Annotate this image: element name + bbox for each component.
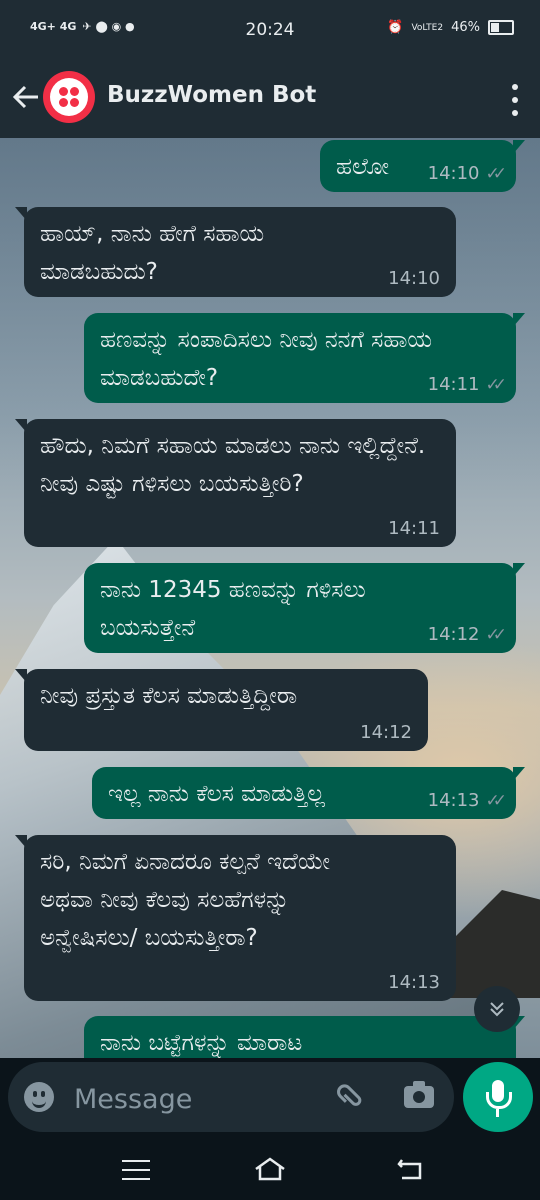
double-check-icon: ✓✓ bbox=[485, 164, 507, 184]
message-bubble-outgoing[interactable]: ಇಲ್ಲ ನಾನು ಕೆಲಸ ಮಾಡುತ್ತಿಲ್ಲ 14:13 ✓✓ bbox=[92, 767, 525, 819]
chat-area[interactable]: ಹಲೋ 14:10 ✓✓ ಹಾಯ್, ನಾನು ಹೇಗೆ ಸಹಾಯ ಮಾಡಬಹುದ… bbox=[0, 138, 540, 1058]
message-bubble-outgoing[interactable]: ಹಲೋ 14:10 ✓✓ bbox=[320, 140, 525, 192]
message-bubble-outgoing[interactable]: ಹಣವನ್ನು ಸಂಪಾದಿಸಲು ನೀವು ನನಗೆ ಸಹಾಯ ಮಾಡಬಹುದ… bbox=[84, 313, 525, 403]
bubble-tail bbox=[513, 563, 525, 577]
mic-base bbox=[496, 1109, 499, 1117]
battery-percent: 46% bbox=[451, 20, 480, 35]
bubble-tail bbox=[15, 207, 27, 221]
mic-button[interactable] bbox=[463, 1062, 533, 1132]
avatar[interactable] bbox=[43, 71, 95, 123]
nav-menu-icon[interactable] bbox=[122, 1160, 150, 1180]
message-time: 14:10 bbox=[388, 268, 440, 289]
network-label: VoLTE2 bbox=[411, 22, 444, 33]
message-time: 14:11 bbox=[427, 374, 480, 395]
status-bar: 4G+ 4G ✈ ⬤ ◉ ● 20:24 ⏰ VoLTE2 46% bbox=[0, 0, 540, 62]
message-bubble-incoming[interactable]: ಹಾಯ್, ನಾನು ಹೇಗೆ ಸಹಾಯ ಮಾಡಬಹುದು? 14:10 bbox=[15, 207, 456, 297]
message-text: ಇಲ್ಲ ನಾನು ಕೆಲಸ ಮಾಡುತ್ತಿಲ್ಲ bbox=[108, 781, 325, 807]
nav-home-icon[interactable] bbox=[253, 1156, 287, 1182]
message-bubble-incoming[interactable]: ನೀವು ಪ್ರಸ್ತುತ ಕೆಲಸ ಮಾಡುತ್ತಿದ್ದೀರಾ 14:12 bbox=[15, 669, 428, 751]
attach-icon[interactable] bbox=[329, 1075, 377, 1123]
chevron-double-down-icon bbox=[490, 1002, 504, 1017]
message-bubble-incoming[interactable]: ಹೌದು, ನಿಮಗೆ ಸಹಾಯ ಮಾಡಲು ನಾನು ಇಲ್ಲಿದ್ದೇನೆ.… bbox=[15, 419, 456, 547]
bubble-tail bbox=[513, 140, 525, 154]
message-time: 14:10 bbox=[427, 163, 480, 184]
message-bubble-incoming[interactable]: ಸರಿ, ನಿಮಗೆ ಏನಾದರೂ ಕಲ್ಪನೆ ಇದೆಯೇ ಅಥವಾ ನೀವು… bbox=[15, 835, 456, 1001]
scroll-to-bottom-button[interactable] bbox=[474, 986, 520, 1032]
menu-dots-icon[interactable] bbox=[510, 80, 520, 120]
message-bubble-outgoing[interactable]: ನಾನು 12345 ಹಣವನ್ನು ಗಳಿಸಲು ಬಯಸುತ್ತೇನೆ 14:… bbox=[84, 563, 525, 653]
message-time: 14:13 bbox=[427, 790, 480, 811]
bubble-tail bbox=[513, 767, 525, 781]
message-time: 14:12 bbox=[427, 624, 480, 645]
mic-stand bbox=[486, 1092, 512, 1109]
bubble-tail bbox=[15, 835, 27, 849]
chat-title[interactable]: BuzzWomen Bot bbox=[107, 82, 316, 108]
camera-icon[interactable] bbox=[404, 1081, 434, 1108]
double-check-icon: ✓✓ bbox=[485, 791, 507, 811]
message-time: 14:12 bbox=[360, 722, 412, 743]
composer bbox=[0, 1058, 540, 1138]
message-text: ಸರಿ, ನಿಮಗೆ ಏನಾದರೂ ಕಲ್ಪನೆ ಇದೆಯೇ ಅಥವಾ ನೀವು… bbox=[40, 849, 331, 951]
nav-back-icon[interactable] bbox=[396, 1156, 424, 1182]
battery-icon bbox=[488, 20, 514, 35]
double-check-icon: ✓✓ bbox=[485, 375, 507, 395]
bubble-tail bbox=[15, 669, 27, 683]
message-text: ಹಾಯ್, ನಾನು ಹೇಗೆ ಸಹಾಯ ಮಾಡಬಹುದು? bbox=[40, 221, 265, 285]
back-arrow-icon[interactable] bbox=[12, 82, 40, 112]
bubble-tail bbox=[513, 313, 525, 327]
message-text: ಹಲೋ bbox=[336, 154, 390, 180]
status-right: ⏰ VoLTE2 46% bbox=[387, 20, 514, 35]
alarm-icon: ⏰ bbox=[387, 20, 404, 35]
system-nav-bar bbox=[0, 1138, 540, 1200]
message-input[interactable] bbox=[72, 1078, 326, 1120]
message-text: ಹೌದು, ನಿಮಗೆ ಸಹಾಯ ಮಾಡಲು ನಾನು ಇಲ್ಲಿದ್ದೇನೆ.… bbox=[40, 433, 426, 497]
message-time: 14:11 bbox=[388, 518, 440, 539]
message-box bbox=[8, 1062, 454, 1132]
double-check-icon: ✓✓ bbox=[485, 625, 507, 645]
bubble-tail bbox=[15, 419, 27, 433]
message-text: ನೀವು ಪ್ರಸ್ತುತ ಕೆಲಸ ಮಾಡುತ್ತಿದ್ದೀರಾ bbox=[40, 683, 298, 709]
twilio-logo-icon bbox=[50, 78, 88, 116]
message-text: ನಾನು 12345 ಹಣವನ್ನು ಗಳಿಸಲು ಬಯಸುತ್ತೇನೆ bbox=[100, 577, 366, 641]
emoji-icon[interactable] bbox=[24, 1082, 54, 1112]
message-text: ನಾನು ಬಟ್ಟೆಗಳನ್ನು ಮಾರಾಟ bbox=[100, 1030, 303, 1056]
message-bubble-outgoing[interactable]: ನಾನು ಬಟ್ಟೆಗಳನ್ನು ಮಾರಾಟ bbox=[84, 1016, 525, 1058]
message-time: 14:13 bbox=[388, 972, 440, 993]
chat-header: BuzzWomen Bot bbox=[0, 62, 540, 138]
